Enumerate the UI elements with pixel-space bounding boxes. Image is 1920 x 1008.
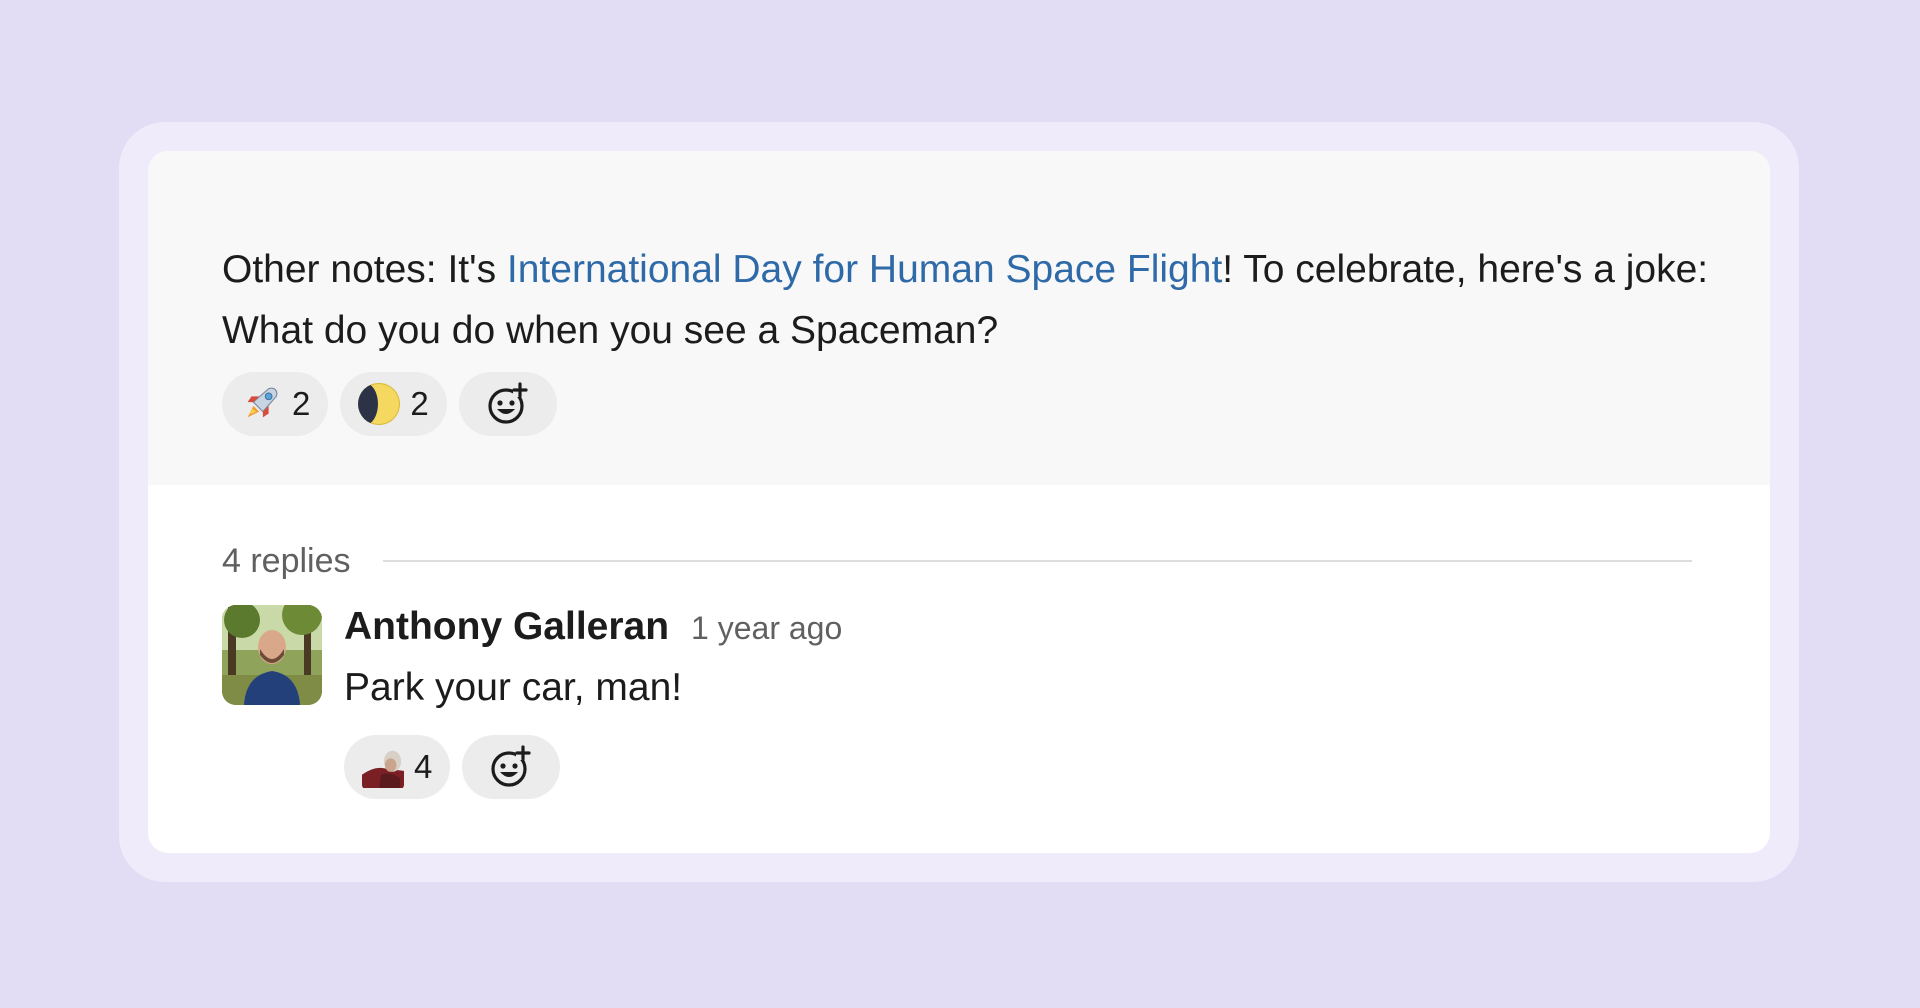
moon-emoji-icon	[358, 383, 401, 425]
add-reaction-icon	[488, 382, 528, 424]
reaction-count: 2	[410, 385, 429, 422]
reply-body: Anthony Galleran 1 year ago Park your ca…	[344, 605, 842, 799]
add-reaction-button[interactable]	[462, 735, 561, 799]
reply-message: Anthony Galleran 1 year ago Park your ca…	[222, 605, 1696, 799]
reaction-rocket[interactable]: 2	[222, 372, 329, 436]
replies-section: 4 replies Anthony Galleran 1 year ago Pa…	[148, 529, 1770, 799]
reply-text: Park your car, man!	[344, 666, 683, 709]
reply-reactions: 4	[344, 735, 842, 799]
replies-divider: 4 replies	[222, 529, 1696, 593]
author-name[interactable]: Anthony Galleran	[344, 605, 669, 649]
reaction-count: 2	[292, 385, 311, 422]
divider-line	[382, 560, 1692, 562]
parent-reactions: 2 2	[222, 372, 1696, 436]
rocket-emoji-icon	[240, 383, 282, 425]
parent-text-start: Other notes: It's	[222, 248, 507, 291]
thread-card: Other notes: It's International Day for …	[148, 151, 1770, 853]
page-background: Other notes: It's International Day for …	[0, 0, 1920, 1008]
space-flight-link[interactable]: International Day for Human Space Flight	[507, 248, 1222, 291]
reaction-custom[interactable]: 4	[344, 735, 451, 799]
reply-meta: Anthony Galleran 1 year ago	[344, 605, 842, 655]
add-reaction-icon	[491, 745, 531, 787]
timestamp[interactable]: 1 year ago	[691, 610, 842, 647]
avatar[interactable]	[222, 605, 322, 705]
custom-person-emoji-icon	[362, 746, 404, 788]
thread-card-frame: Other notes: It's International Day for …	[119, 122, 1799, 882]
add-reaction-button[interactable]	[458, 372, 557, 436]
parent-message: Other notes: It's International Day for …	[148, 151, 1770, 485]
reaction-count: 4	[414, 748, 433, 785]
replies-count[interactable]: 4 replies	[222, 542, 351, 581]
reaction-moon[interactable]: 2	[340, 372, 447, 436]
parent-message-text: Other notes: It's International Day for …	[222, 239, 1762, 361]
